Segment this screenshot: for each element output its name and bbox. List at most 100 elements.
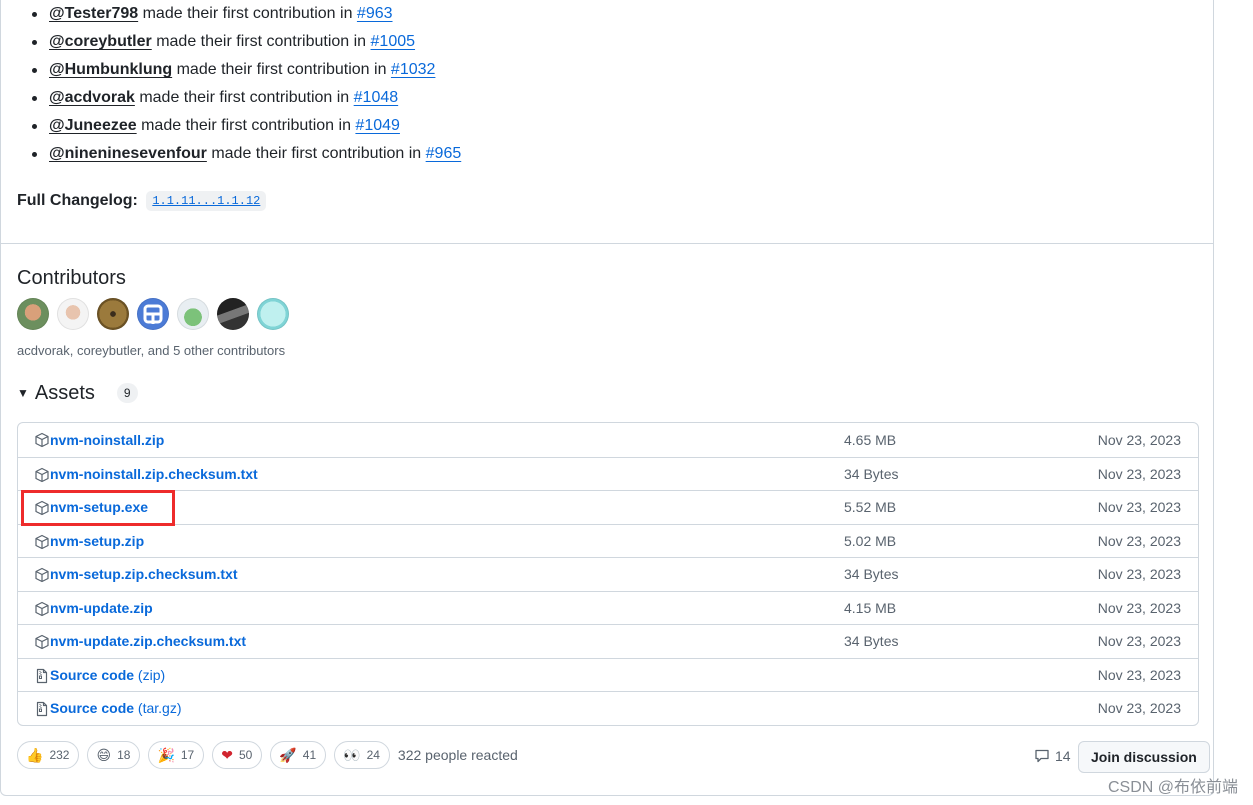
reaction-count: 41 (302, 748, 317, 762)
thumbs-up-icon: 👍 (26, 747, 44, 763)
eyes-icon: 👀 (343, 747, 361, 763)
comments-count[interactable]: 14 (1034, 748, 1071, 764)
asset-link[interactable]: nvm-noinstall.zip (50, 432, 164, 448)
hooray-icon: 🎉 (157, 747, 175, 763)
annotation-highlight-box (21, 490, 175, 526)
comments-number: 14 (1055, 748, 1071, 764)
laugh-icon: 😄 (96, 747, 112, 763)
reaction-count: 50 (238, 748, 253, 762)
asset-link[interactable]: nvm-noinstall.zip.checksum.txt (50, 466, 258, 482)
asset-date: Nov 23, 2023 (1097, 465, 1181, 482)
reaction-eyes[interactable]: 👀 24 (334, 741, 390, 769)
join-discussion-button[interactable]: Join discussion (1078, 741, 1210, 773)
reaction-count: 232 (49, 748, 70, 762)
contribution-text: made their first contribution in (141, 117, 351, 134)
file-zip-icon (36, 668, 48, 683)
asset-link[interactable]: nvm-update.zip (50, 600, 153, 616)
asset-row: nvm-setup.exe 5.52 MB Nov 23, 2023 (18, 490, 1198, 524)
asset-link[interactable]: nvm-setup.zip (50, 533, 144, 549)
contribution-text: made their first contribution in (156, 33, 367, 50)
pr-link[interactable]: #1005 (371, 33, 416, 50)
asset-date: Nov 23, 2023 (1097, 532, 1181, 549)
list-item: @Juneezee made their first contribution … (17, 112, 461, 140)
pr-link[interactable]: #965 (426, 145, 462, 162)
asset-row: Source code (zip) Nov 23, 2023 (18, 657, 1198, 692)
release-notes: @Tester798 made their first contribution… (17, 0, 461, 168)
section-divider (0, 243, 1214, 244)
assets-heading: Assets (34, 382, 95, 404)
rocket-icon: 🚀 (279, 747, 297, 763)
asset-size: 34 Bytes (844, 566, 899, 583)
asset-size: 4.15 MB (844, 599, 897, 616)
asset-row: Source code (tar.gz) Nov 23, 2023 (18, 691, 1198, 725)
user-link[interactable]: @Juneezee (49, 117, 137, 134)
asset-date: Nov 23, 2023 (1097, 666, 1181, 683)
contribution-text: made their first contribution in (142, 5, 353, 22)
reaction-laugh[interactable]: 😄 18 (87, 741, 141, 769)
asset-row: nvm-setup.zip 5.02 MB Nov 23, 2023 (18, 523, 1198, 558)
user-link[interactable]: @Tester798 (49, 5, 138, 22)
contribution-text: made their first contribution in (139, 89, 350, 106)
pr-link[interactable]: #1049 (355, 117, 400, 134)
avatar[interactable] (97, 298, 129, 330)
file-zip-icon (36, 701, 48, 717)
asset-link[interactable]: Source code (tar.gz) (50, 700, 182, 716)
pr-link[interactable]: #1032 (391, 61, 436, 78)
asset-row: nvm-update.zip 4.15 MB Nov 23, 2023 (18, 590, 1198, 625)
avatar[interactable] (177, 298, 209, 330)
changelog-label: Full Changelog: (17, 192, 138, 209)
avatar[interactable] (57, 298, 89, 330)
list-item: @acdvorak made their first contribution … (17, 84, 461, 112)
asset-row: nvm-update.zip.checksum.txt 34 Bytes Nov… (18, 624, 1198, 658)
user-link[interactable]: @nineninesevenfour (49, 145, 207, 162)
full-changelog: Full Changelog: 1.1.11...1.1.12 (17, 190, 267, 213)
package-icon (35, 601, 49, 616)
reaction-count: 17 (180, 748, 195, 762)
avatar[interactable] (17, 298, 49, 330)
asset-row: nvm-noinstall.zip 4.65 MB Nov 23, 2023 (18, 423, 1198, 457)
contribution-text: made their first contribution in (176, 61, 387, 78)
triangle-down-icon: ▼ (17, 386, 29, 400)
contributors-summary[interactable]: acdvorak, coreybutler, and 5 other contr… (17, 342, 285, 360)
asset-date: Nov 23, 2023 (1097, 499, 1181, 516)
assets-list: nvm-noinstall.zip 4.65 MB Nov 23, 2023 n… (17, 422, 1199, 726)
avatar-glyph-icon (143, 304, 163, 324)
pr-link[interactable]: #963 (357, 5, 393, 22)
list-item: @coreybutler made their first contributi… (17, 28, 461, 56)
user-link[interactable]: @acdvorak (49, 89, 135, 106)
asset-date: Nov 23, 2023 (1097, 700, 1181, 717)
asset-link[interactable]: nvm-setup.zip.checksum.txt (50, 566, 238, 582)
reaction-hooray[interactable]: 🎉 17 (148, 741, 205, 769)
asset-date: Nov 23, 2023 (1097, 599, 1181, 616)
assets-toggle[interactable]: ▼ Assets 9 (17, 380, 138, 406)
asset-size: 5.02 MB (844, 532, 897, 549)
contributors-avatars (17, 298, 289, 330)
asset-size: 34 Bytes (844, 465, 899, 482)
reactions-bar: 👍 232 😄 18 🎉 17 ❤ 50 🚀 41 👀 24 322 people reac… (17, 741, 518, 769)
contributors-heading: Contributors (17, 267, 126, 289)
package-icon (35, 467, 49, 482)
asset-size: 4.65 MB (844, 431, 897, 448)
pr-link[interactable]: #1048 (354, 89, 399, 106)
user-link[interactable]: @Humbunklung (49, 61, 172, 78)
avatar[interactable] (217, 298, 249, 330)
list-item: @Humbunklung made their first contributi… (17, 56, 461, 84)
package-icon (35, 567, 49, 583)
reaction-rocket[interactable]: 🚀 41 (270, 741, 327, 769)
reaction-count: 18 (117, 748, 131, 762)
reaction-thumbs-up[interactable]: 👍 232 (17, 741, 80, 769)
package-icon (35, 432, 49, 448)
changelog-compare-link[interactable]: 1.1.11...1.1.12 (146, 191, 267, 211)
list-item: @nineninesevenfour made their first cont… (17, 140, 461, 168)
avatar[interactable] (137, 298, 169, 330)
reaction-heart[interactable]: ❤ 50 (212, 741, 263, 769)
list-item: @Tester798 made their first contribution… (17, 0, 461, 28)
asset-link[interactable]: nvm-update.zip.checksum.txt (50, 633, 246, 649)
asset-date: Nov 23, 2023 (1097, 633, 1181, 650)
asset-link[interactable]: Source code (zip) (50, 667, 165, 683)
user-link[interactable]: @coreybutler (49, 33, 152, 50)
package-icon (35, 634, 49, 650)
watermark: CSDN @布依前端 (1107, 779, 1238, 796)
avatar[interactable] (257, 298, 289, 330)
comment-icon (1035, 749, 1049, 763)
